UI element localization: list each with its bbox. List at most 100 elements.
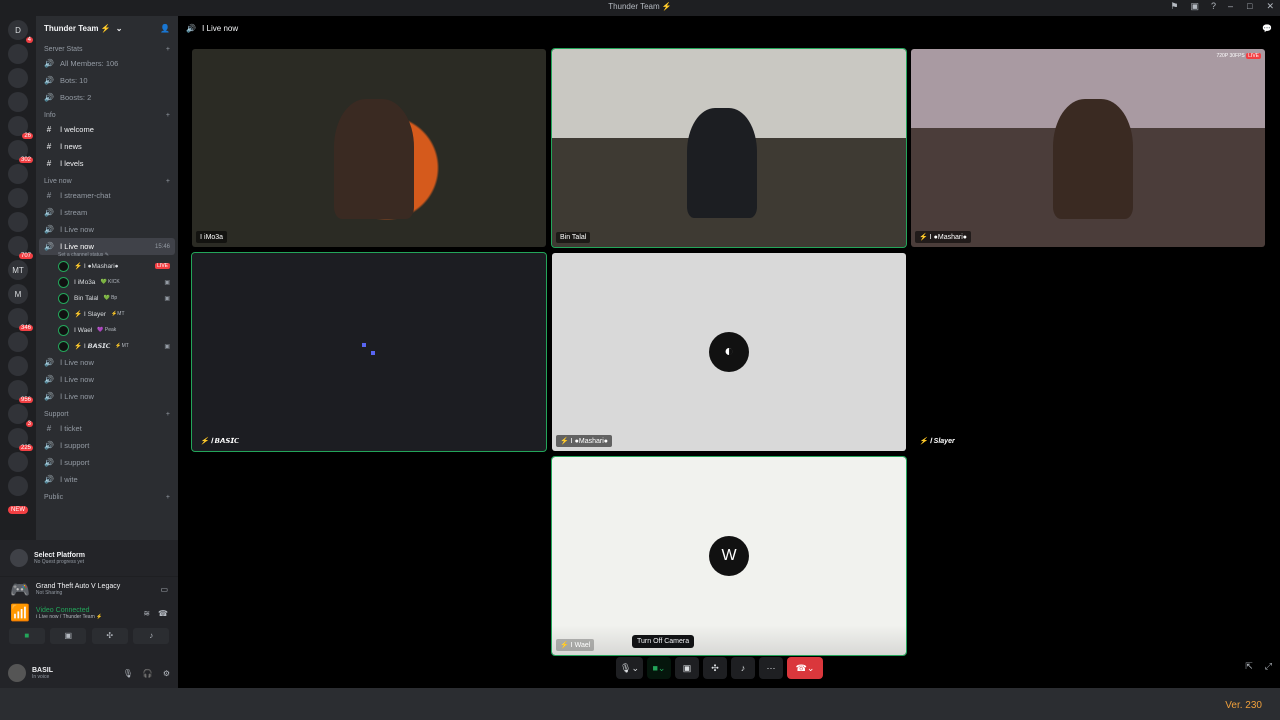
voice-channel[interactable]: 🔊 ꓲ wite: [36, 471, 178, 488]
fullscreen-icon[interactable]: ⤢: [1265, 661, 1272, 672]
popout-icon[interactable]: ⇱: [1245, 661, 1253, 672]
tile-name: ꓲ iMo3a: [196, 231, 228, 243]
text-channel[interactable]: # ꓲ streamer-chat: [36, 187, 178, 204]
voice-user[interactable]: ꓲ iMo3a 💚 KICK ▣: [36, 274, 178, 290]
server-icon[interactable]: [8, 212, 28, 232]
add-icon[interactable]: +: [166, 411, 170, 418]
channel-name: ꓲ streamer-chat: [60, 191, 111, 200]
video-tile[interactable]: ◐ ⚡ ꓲ ●Mashari●: [552, 253, 906, 451]
voice-channel[interactable]: 🔊 ꓲ support: [36, 454, 178, 471]
tooltip: Turn Off Camera: [632, 635, 695, 648]
soundboard-button[interactable]: ♪: [730, 657, 755, 679]
stat-channel[interactable]: 🔊 All Members: 106: [36, 55, 178, 72]
camera-button[interactable]: ■: [8, 628, 45, 644]
server-icon[interactable]: 3: [8, 404, 33, 427]
activities-button[interactable]: ✣: [702, 657, 727, 679]
voice-user[interactable]: ⚡ ꓲ ●Mashari● LIVE: [36, 258, 178, 274]
add-icon[interactable]: +: [166, 112, 170, 119]
headphones-icon[interactable]: 🎧: [143, 669, 153, 678]
disconnect-icon[interactable]: ☎: [158, 609, 168, 618]
category-live-now[interactable]: Live now +: [36, 172, 178, 187]
user-panel: BASIL In voice 🎙 🎧 ⚙: [0, 658, 178, 688]
server-icon[interactable]: [8, 92, 28, 112]
call-controls: 🎙 ⌄ ■ ⌄ ▣ ✣ ♪ ⋯ ☎ ⌄: [616, 657, 823, 679]
server-icon[interactable]: [8, 188, 28, 208]
close-button[interactable]: ✕: [1266, 1, 1274, 12]
server-icon[interactable]: [8, 452, 28, 472]
pin-icon[interactable]: ⚑: [1170, 1, 1178, 12]
server-icon[interactable]: 956: [8, 380, 33, 403]
live-badge: LIVE: [155, 263, 170, 269]
maximize-button[interactable]: □: [1247, 1, 1252, 12]
text-channel[interactable]: # ꓲ welcome: [36, 121, 178, 138]
server-icon[interactable]: M: [8, 284, 28, 304]
video-tile[interactable]: ⚡ ꓲ 𝘽𝘼𝙎𝙄𝘾: [191, 252, 547, 452]
server-icon[interactable]: [8, 476, 28, 496]
microphone-icon[interactable]: 🎙: [123, 669, 133, 678]
video-tile[interactable]: Bin Talal: [551, 48, 907, 248]
stat-channel[interactable]: 🔊 Boosts: 2: [36, 89, 178, 106]
guild-header[interactable]: Thunder Team ⚡ ⌄ 👤: [36, 16, 178, 40]
server-icon[interactable]: MT: [8, 260, 28, 280]
server-icon[interactable]: [8, 68, 28, 88]
add-icon[interactable]: +: [166, 494, 170, 501]
text-channel[interactable]: # ꓲ news: [36, 138, 178, 155]
voice-user[interactable]: ꓲ Wael 💜 Peak: [36, 322, 178, 338]
more-button[interactable]: ⋯: [758, 657, 783, 679]
server-icon[interactable]: [8, 44, 28, 64]
new-badge[interactable]: NEW: [8, 500, 28, 520]
disconnect-button[interactable]: ☎ ⌄: [786, 657, 823, 679]
gear-icon[interactable]: ⚙: [163, 669, 170, 678]
voice-channel[interactable]: 🔊 ꓲ Live now: [36, 388, 178, 405]
add-member-icon[interactable]: 👤: [160, 24, 170, 33]
text-channel[interactable]: # ꓲ levels: [36, 155, 178, 172]
server-icon[interactable]: D4: [8, 20, 33, 43]
screen-share-button[interactable]: ▣: [674, 657, 699, 679]
screen-icon[interactable]: ▣: [1190, 1, 1199, 12]
add-icon[interactable]: +: [166, 178, 170, 185]
voice-status: Video Connected: [35, 606, 90, 614]
server-icon[interactable]: 346: [8, 308, 33, 331]
server-icon[interactable]: [8, 356, 28, 376]
category-public[interactable]: Public +: [36, 488, 178, 503]
noise-suppression-icon[interactable]: ≋: [143, 609, 150, 618]
video-tile[interactable]: ꓲ iMo3a: [192, 49, 546, 247]
camera-icon: ▣: [164, 343, 170, 350]
chat-icon[interactable]: 💬: [1262, 24, 1272, 33]
server-icon[interactable]: 225: [8, 428, 33, 451]
voice-channel[interactable]: 🔊 ꓲ Live now: [36, 221, 178, 238]
video-tile[interactable]: ⚡ ꓲ Slayer: [911, 253, 1265, 451]
quest-panel[interactable]: Select Platform No Quest progress yet: [0, 540, 178, 576]
server-icon[interactable]: 26: [8, 116, 33, 139]
camera-toggle-button[interactable]: ■ ⌄: [646, 657, 671, 679]
category-info[interactable]: Info +: [36, 106, 178, 121]
video-tile[interactable]: W ⚡ ꓲ Wael: [551, 456, 907, 656]
voice-user[interactable]: ⚡ ꓲ Slayer ⚡MT: [36, 306, 178, 322]
server-icon[interactable]: [8, 164, 28, 184]
avatar[interactable]: [8, 664, 26, 682]
voice-channel[interactable]: 🔊 ꓲ Live now: [36, 371, 178, 388]
soundboard-button[interactable]: ♪: [133, 628, 170, 644]
server-icon[interactable]: [8, 332, 28, 352]
voice-location[interactable]: ꓲ Live now / Thunder Team ⚡: [36, 614, 102, 620]
screen-share-button[interactable]: ▣: [50, 628, 87, 644]
mute-button[interactable]: 🎙 ⌄: [616, 657, 643, 679]
minimize-button[interactable]: –: [1228, 1, 1233, 12]
avatar: ◐: [709, 332, 749, 372]
voice-user[interactable]: Bin Talal 💚 Bp ▣: [36, 290, 178, 306]
category-server-stats[interactable]: Server Stats +: [36, 40, 178, 55]
stat-channel[interactable]: 🔊 Bots: 10: [36, 72, 178, 89]
category-support[interactable]: Support +: [36, 405, 178, 420]
voice-channel[interactable]: 🔊 ꓲ Live now: [36, 354, 178, 371]
voice-channel[interactable]: 🔊 ꓲ support: [36, 437, 178, 454]
text-channel[interactable]: # ꓲ ticket: [36, 420, 178, 437]
share-screen-icon[interactable]: ▭: [160, 585, 168, 594]
video-tile[interactable]: 720P 30FPS LIVE ⚡ ꓲ ●Mashari●: [911, 49, 1265, 247]
voice-channel[interactable]: 🔊 ꓲ stream: [36, 204, 178, 221]
voice-user[interactable]: ⚡ ꓲ 𝘽𝘼𝙎𝙄𝘾 ⚡MT ▣: [36, 338, 178, 354]
server-icon[interactable]: 707: [8, 236, 33, 259]
help-icon[interactable]: ?: [1211, 1, 1216, 12]
activities-button[interactable]: ✣: [91, 628, 128, 644]
add-icon[interactable]: +: [166, 46, 170, 53]
server-icon[interactable]: 302: [8, 140, 33, 163]
